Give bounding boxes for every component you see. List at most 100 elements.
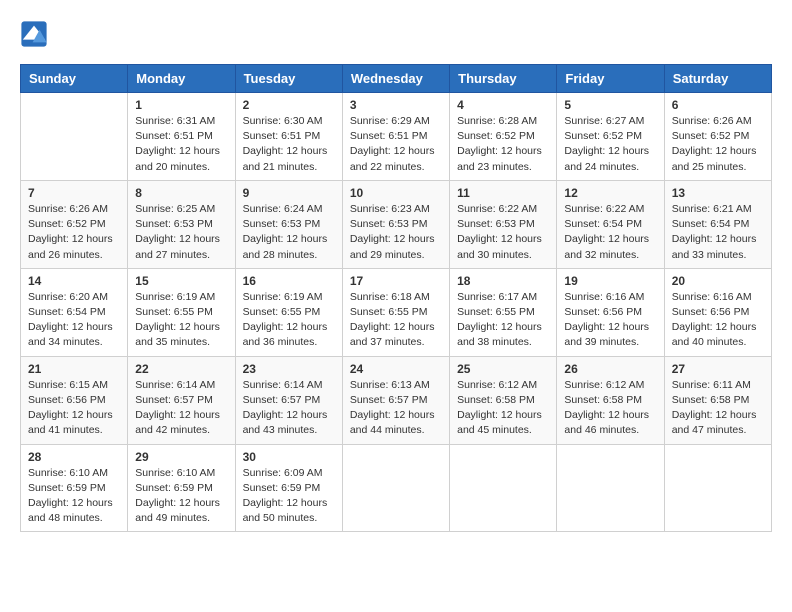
calendar-cell: 21 Sunrise: 6:15 AMSunset: 6:56 PMDayligh… — [21, 356, 128, 444]
day-info: Sunrise: 6:26 AMSunset: 6:52 PMDaylight:… — [28, 202, 120, 263]
day-number: 15 — [135, 274, 227, 288]
day-info: Sunrise: 6:16 AMSunset: 6:56 PMDaylight:… — [672, 290, 764, 351]
day-info: Sunrise: 6:19 AMSunset: 6:55 PMDaylight:… — [135, 290, 227, 351]
calendar-cell: 10 Sunrise: 6:23 AMSunset: 6:53 PMDayligh… — [342, 180, 449, 268]
page-header — [20, 20, 772, 48]
day-number: 29 — [135, 450, 227, 464]
day-number: 10 — [350, 186, 442, 200]
day-number: 14 — [28, 274, 120, 288]
calendar-cell: 16Sunrise: 6:19 AMSunset: 6:55 PMDayligh… — [235, 268, 342, 356]
calendar-header-row: SundayMondayTuesdayWednesdayThursdayFrid… — [21, 65, 772, 93]
day-info: Sunrise: 6:18 AMSunset: 6:55 PMDaylight:… — [350, 290, 442, 351]
logo — [20, 20, 52, 48]
day-number: 9 — [243, 186, 335, 200]
day-info: Sunrise: 6:28 AMSunset: 6:52 PMDaylight:… — [457, 114, 549, 175]
calendar-cell: 25 Sunrise: 6:12 AMSunset: 6:58 PMDayligh… — [450, 356, 557, 444]
day-number: 23 — [243, 362, 335, 376]
day-number: 11 — [457, 186, 549, 200]
day-info: Sunrise: 6:27 AMSunset: 6:52 PMDaylight:… — [564, 114, 656, 175]
calendar-cell — [342, 444, 449, 532]
calendar-cell: 18 Sunrise: 6:17 AMSunset: 6:55 PMDayligh… — [450, 268, 557, 356]
calendar-cell: 26Sunrise: 6:12 AMSunset: 6:58 PMDayligh… — [557, 356, 664, 444]
day-number: 19 — [564, 274, 656, 288]
day-header-thursday: Thursday — [450, 65, 557, 93]
calendar-cell — [21, 93, 128, 181]
day-info: Sunrise: 6:14 AMSunset: 6:57 PMDaylight:… — [135, 378, 227, 439]
day-number: 24 — [350, 362, 442, 376]
calendar-cell: 6 Sunrise: 6:26 AMSunset: 6:52 PMDaylight… — [664, 93, 771, 181]
logo-icon — [20, 20, 48, 48]
day-number: 17 — [350, 274, 442, 288]
calendar-cell: 8Sunrise: 6:25 AMSunset: 6:53 PMDaylight… — [128, 180, 235, 268]
day-info: Sunrise: 6:10 AMSunset: 6:59 PMDaylight:… — [135, 466, 227, 527]
day-info: Sunrise: 6:21 AMSunset: 6:54 PMDaylight:… — [672, 202, 764, 263]
calendar-cell: 24Sunrise: 6:13 AMSunset: 6:57 PMDayligh… — [342, 356, 449, 444]
day-header-wednesday: Wednesday — [342, 65, 449, 93]
calendar-cell — [557, 444, 664, 532]
day-header-tuesday: Tuesday — [235, 65, 342, 93]
calendar-cell: 7 Sunrise: 6:26 AMSunset: 6:52 PMDaylight… — [21, 180, 128, 268]
day-number: 25 — [457, 362, 549, 376]
calendar-cell: 12Sunrise: 6:22 AMSunset: 6:54 PMDayligh… — [557, 180, 664, 268]
calendar-cell: 5Sunrise: 6:27 AMSunset: 6:52 PMDaylight… — [557, 93, 664, 181]
calendar-cell: 3 Sunrise: 6:29 AMSunset: 6:51 PMDaylight… — [342, 93, 449, 181]
calendar-cell: 28 Sunrise: 6:10 AMSunset: 6:59 PMDayligh… — [21, 444, 128, 532]
day-number: 6 — [672, 98, 764, 112]
calendar-cell: 23 Sunrise: 6:14 AMSunset: 6:57 PMDayligh… — [235, 356, 342, 444]
day-info: Sunrise: 6:10 AMSunset: 6:59 PMDaylight:… — [28, 466, 120, 527]
day-number: 8 — [135, 186, 227, 200]
day-number: 26 — [564, 362, 656, 376]
day-info: Sunrise: 6:16 AMSunset: 6:56 PMDaylight:… — [564, 290, 656, 351]
day-number: 1 — [135, 98, 227, 112]
day-number: 16 — [243, 274, 335, 288]
calendar-cell: 19 Sunrise: 6:16 AMSunset: 6:56 PMDayligh… — [557, 268, 664, 356]
day-info: Sunrise: 6:26 AMSunset: 6:52 PMDaylight:… — [672, 114, 764, 175]
day-number: 3 — [350, 98, 442, 112]
day-number: 12 — [564, 186, 656, 200]
day-info: Sunrise: 6:09 AMSunset: 6:59 PMDaylight:… — [243, 466, 335, 527]
day-number: 7 — [28, 186, 120, 200]
day-number: 22 — [135, 362, 227, 376]
day-info: Sunrise: 6:20 AMSunset: 6:54 PMDaylight:… — [28, 290, 120, 351]
calendar-cell — [450, 444, 557, 532]
calendar-cell: 14 Sunrise: 6:20 AMSunset: 6:54 PMDayligh… — [21, 268, 128, 356]
day-info: Sunrise: 6:24 AMSunset: 6:53 PMDaylight:… — [243, 202, 335, 263]
calendar-table: SundayMondayTuesdayWednesdayThursdayFrid… — [20, 64, 772, 532]
day-number: 2 — [243, 98, 335, 112]
day-header-monday: Monday — [128, 65, 235, 93]
calendar-cell: 17 Sunrise: 6:18 AMSunset: 6:55 PMDayligh… — [342, 268, 449, 356]
day-number: 4 — [457, 98, 549, 112]
day-info: Sunrise: 6:31 AMSunset: 6:51 PMDaylight:… — [135, 114, 227, 175]
day-info: Sunrise: 6:12 AMSunset: 6:58 PMDaylight:… — [457, 378, 549, 439]
day-header-friday: Friday — [557, 65, 664, 93]
calendar-cell: 4 Sunrise: 6:28 AMSunset: 6:52 PMDaylight… — [450, 93, 557, 181]
calendar-cell: 13 Sunrise: 6:21 AMSunset: 6:54 PMDayligh… — [664, 180, 771, 268]
calendar-cell: 1 Sunrise: 6:31 AMSunset: 6:51 PMDaylight… — [128, 93, 235, 181]
day-number: 30 — [243, 450, 335, 464]
day-info: Sunrise: 6:15 AMSunset: 6:56 PMDaylight:… — [28, 378, 120, 439]
day-number: 27 — [672, 362, 764, 376]
calendar-cell: 2Sunrise: 6:30 AMSunset: 6:51 PMDaylight… — [235, 93, 342, 181]
calendar-week-row: 28 Sunrise: 6:10 AMSunset: 6:59 PMDayligh… — [21, 444, 772, 532]
day-header-saturday: Saturday — [664, 65, 771, 93]
day-info: Sunrise: 6:23 AMSunset: 6:53 PMDaylight:… — [350, 202, 442, 263]
calendar-cell: 22 Sunrise: 6:14 AMSunset: 6:57 PMDayligh… — [128, 356, 235, 444]
calendar-week-row: 14 Sunrise: 6:20 AMSunset: 6:54 PMDayligh… — [21, 268, 772, 356]
calendar-cell: 30 Sunrise: 6:09 AMSunset: 6:59 PMDayligh… — [235, 444, 342, 532]
day-number: 21 — [28, 362, 120, 376]
calendar-cell: 20Sunrise: 6:16 AMSunset: 6:56 PMDayligh… — [664, 268, 771, 356]
day-info: Sunrise: 6:17 AMSunset: 6:55 PMDaylight:… — [457, 290, 549, 351]
calendar-cell: 15 Sunrise: 6:19 AMSunset: 6:55 PMDayligh… — [128, 268, 235, 356]
calendar-cell: 9 Sunrise: 6:24 AMSunset: 6:53 PMDaylight… — [235, 180, 342, 268]
day-info: Sunrise: 6:14 AMSunset: 6:57 PMDaylight:… — [243, 378, 335, 439]
calendar-week-row: 21 Sunrise: 6:15 AMSunset: 6:56 PMDayligh… — [21, 356, 772, 444]
day-number: 28 — [28, 450, 120, 464]
day-number: 18 — [457, 274, 549, 288]
day-number: 13 — [672, 186, 764, 200]
calendar-cell — [664, 444, 771, 532]
calendar-cell: 27Sunrise: 6:11 AMSunset: 6:58 PMDayligh… — [664, 356, 771, 444]
day-header-sunday: Sunday — [21, 65, 128, 93]
day-info: Sunrise: 6:29 AMSunset: 6:51 PMDaylight:… — [350, 114, 442, 175]
calendar-week-row: 7 Sunrise: 6:26 AMSunset: 6:52 PMDaylight… — [21, 180, 772, 268]
day-info: Sunrise: 6:22 AMSunset: 6:53 PMDaylight:… — [457, 202, 549, 263]
